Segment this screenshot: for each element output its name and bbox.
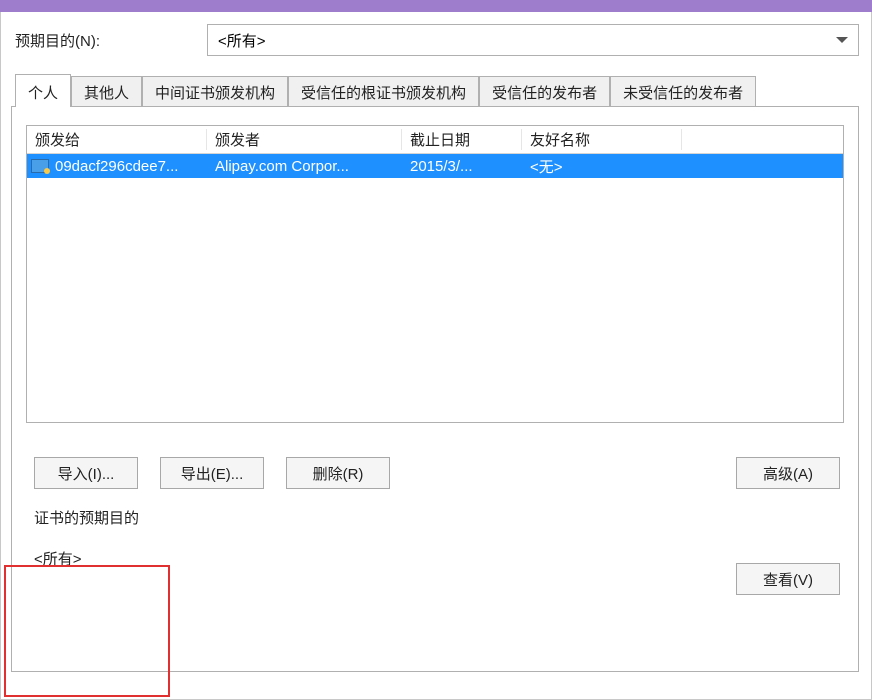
tab-label: 受信任的发布者 — [492, 85, 597, 102]
table-row[interactable]: 09dacf296cdee7... Alipay.com Corpor... 2… — [27, 154, 843, 178]
view-button[interactable]: 查看(V) — [736, 563, 840, 595]
col-issued-to[interactable]: 颁发给 — [27, 129, 207, 150]
intended-purpose-value: <所有> — [218, 30, 266, 51]
tab-label: 个人 — [28, 85, 58, 102]
button-label: 删除(R) — [313, 463, 364, 484]
cell-expiry: 2015/3/... — [402, 158, 522, 175]
col-friendly-name[interactable]: 友好名称 — [522, 129, 682, 150]
certificate-icon — [31, 159, 49, 173]
tab-label: 未受信任的发布者 — [623, 85, 743, 102]
button-label: 高级(A) — [763, 463, 813, 484]
tab-untrusted-publishers[interactable]: 未受信任的发布者 — [610, 76, 756, 107]
import-button[interactable]: 导入(I)... — [34, 457, 138, 489]
col-issued-by[interactable]: 颁发者 — [207, 129, 402, 150]
tab-label: 其他人 — [84, 85, 129, 102]
tab-trusted-root-ca[interactable]: 受信任的根证书颁发机构 — [288, 76, 479, 107]
tab-trusted-publishers[interactable]: 受信任的发布者 — [479, 76, 610, 107]
intended-purpose-label: 预期目的(N): — [15, 30, 195, 51]
tab-strip: 个人 其他人 中间证书颁发机构 受信任的根证书颁发机构 受信任的发布者 未受信任… — [11, 76, 859, 106]
cert-purpose-heading: 证书的预期目的 — [26, 507, 844, 528]
intended-purpose-select[interactable]: <所有> — [207, 24, 859, 56]
tab-label: 中间证书颁发机构 — [155, 85, 275, 102]
advanced-button[interactable]: 高级(A) — [736, 457, 840, 489]
tab-label: 受信任的根证书颁发机构 — [301, 85, 466, 102]
window-titlebar — [0, 0, 872, 12]
certificate-list[interactable]: 颁发给 颁发者 截止日期 友好名称 09dacf296cdee7... Alip… — [26, 125, 844, 423]
tab-intermediate-ca[interactable]: 中间证书颁发机构 — [142, 76, 288, 107]
button-label: 查看(V) — [763, 569, 813, 590]
tab-personal[interactable]: 个人 — [15, 74, 71, 107]
button-label: 导出(E)... — [181, 463, 244, 484]
button-label: 导入(I)... — [58, 463, 115, 484]
cell-issued-by: Alipay.com Corpor... — [207, 158, 402, 175]
list-header: 颁发给 颁发者 截止日期 友好名称 — [27, 126, 843, 154]
tab-panel: 颁发给 颁发者 截止日期 友好名称 09dacf296cdee7... Alip… — [11, 106, 859, 672]
intended-purpose-row: 预期目的(N): <所有> — [11, 24, 859, 56]
tab-other-people[interactable]: 其他人 — [71, 76, 142, 107]
col-expiry[interactable]: 截止日期 — [402, 129, 522, 150]
chevron-down-icon — [836, 37, 848, 43]
cell-friendly: <无> — [522, 156, 682, 177]
action-button-row: 导入(I)... 导出(E)... 删除(R) 高级(A) — [26, 457, 844, 489]
dialog-body: 预期目的(N): <所有> 个人 其他人 中间证书颁发机构 受信任的根证书颁发机… — [0, 12, 872, 700]
delete-button[interactable]: 删除(R) — [286, 457, 390, 489]
cell-issued-to: 09dacf296cdee7... — [53, 158, 205, 175]
export-button[interactable]: 导出(E)... — [160, 457, 264, 489]
